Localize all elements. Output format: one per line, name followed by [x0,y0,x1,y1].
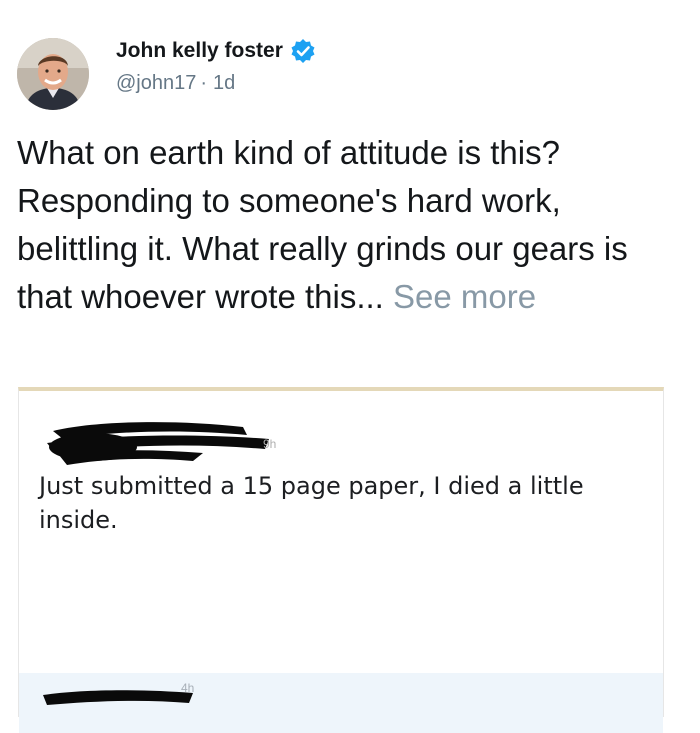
redacted-name-scribble [47,422,269,465]
next-reply-time: 4h [181,681,195,695]
tweet-card: John kelly foster @john17 · 1d What on ear… [0,0,700,733]
redacted-name-scribble-2 [43,690,193,705]
person-avatar-icon [17,38,89,110]
tweet-body: What on earth kind of attitude is this? … [17,129,687,321]
author-meta-row: @john17 · 1d [116,72,235,95]
author-display-name[interactable]: John kelly foster [116,39,283,63]
tweet-text: What on earth kind of attitude is this? … [17,134,628,315]
quoted-post-time: 9h [263,437,277,451]
author-handle[interactable]: @john17 [116,72,196,94]
author-name-row[interactable]: John kelly foster [116,38,316,64]
verified-badge-icon [290,38,316,64]
quoted-screenshot[interactable]: 9h Just submitted a 15 page paper, I die… [18,387,664,733]
next-reply-preview: 4h [19,673,663,733]
quoted-post-text: Just submitted a 15 page paper, I died a… [39,472,584,534]
post-timestamp[interactable]: 1d [213,72,235,94]
see-more-link[interactable]: See more [393,278,536,315]
author-avatar[interactable] [17,38,89,110]
meta-separator: · [200,72,208,94]
